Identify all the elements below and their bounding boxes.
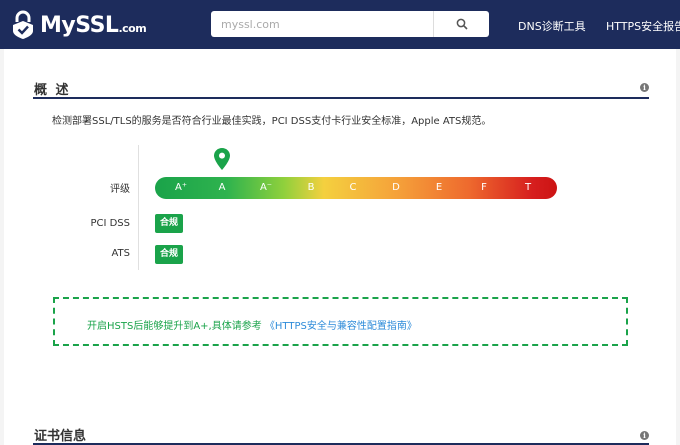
- config-guide-link[interactable]: 《HTTPS安全与兼容性配置指南》: [265, 321, 417, 332]
- grade-d: D: [392, 182, 400, 193]
- nav-dns-tool[interactable]: DNS诊断工具: [518, 18, 586, 34]
- certificate-info-icon[interactable]: i: [640, 431, 649, 440]
- grade-c: C: [349, 182, 357, 193]
- certificate-title: 证书信息: [34, 429, 87, 444]
- hsts-tip-text: 开启HSTS后能够提升到A+,具体请参考 《HTTPS安全与兼容性配置指南》: [87, 321, 417, 332]
- search-input[interactable]: [211, 11, 433, 37]
- nav-https-report[interactable]: HTTPS安全报告: [606, 18, 680, 34]
- hsts-tip-box: 开启HSTS后能够提升到A+,具体请参考 《HTTPS安全与兼容性配置指南》: [53, 297, 628, 346]
- grade-t: T: [524, 182, 532, 193]
- grade-e: E: [435, 182, 443, 193]
- grade-f: F: [481, 182, 487, 193]
- label-divider: [138, 145, 139, 270]
- info-icon[interactable]: i: [640, 83, 649, 92]
- overview-description: 检测部署SSL/TLS的服务是否符合行业最佳实践，PCI DSS支付卡行业安全标…: [52, 116, 492, 127]
- rating-label: 评级: [110, 184, 130, 195]
- ats-status-badge: 合规: [155, 245, 184, 264]
- grade-b: B: [307, 182, 315, 193]
- logo-text: MySSL.com: [40, 12, 147, 38]
- search-button[interactable]: [433, 11, 489, 37]
- lock-icon: [13, 10, 33, 39]
- top-navbar: MySSL.com DNS诊断工具 HTTPS安全报告: [0, 0, 680, 49]
- overview-title: 概 述: [34, 83, 71, 98]
- pci-dss-status-badge: 合规: [155, 214, 184, 233]
- grade-a-plus: A⁺: [174, 182, 188, 193]
- pci-dss-label: PCI DSS: [90, 218, 130, 229]
- overview-divider: [33, 97, 649, 99]
- ats-label: ATS: [111, 248, 130, 259]
- grade-marker-icon: [214, 148, 230, 170]
- grade-a: A: [218, 182, 226, 193]
- search-box: [211, 11, 489, 37]
- report-panel: [4, 49, 676, 445]
- grade-scale: A⁺ A A⁻ B C D E F T: [155, 177, 557, 199]
- search-icon: [456, 18, 468, 30]
- logo[interactable]: MySSL.com: [10, 10, 147, 40]
- grade-a-minus: A⁻: [259, 182, 273, 193]
